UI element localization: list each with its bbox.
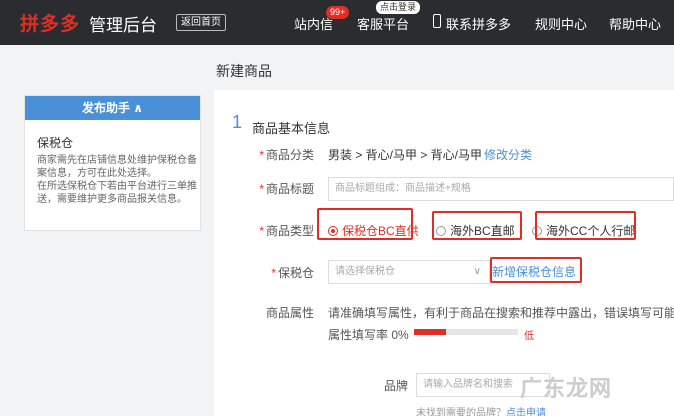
publish-assistant-panel: 发布助手 ∧ 保税仓 商家需先在店铺信息处维护保税仓备案信息，方可在此处选择。 … (24, 95, 201, 231)
assistant-description: 商家需先在店铺信息处维护保税仓备案信息，方可在此处选择。 在所选保税仓下若由平台… (37, 155, 197, 205)
progress-segment (486, 329, 518, 335)
attributes-level: 低 (524, 331, 534, 342)
apply-brand-link[interactable]: 点击申请 (506, 408, 546, 416)
warehouse-label: * 保税仓 (271, 266, 314, 280)
section-number: 1 (232, 112, 243, 132)
chevron-down-icon: ∨ (473, 266, 481, 277)
attributes-label: 商品属性 (265, 306, 314, 320)
progress-segment-low (414, 329, 446, 335)
category-label: * 商品分类 (259, 148, 314, 162)
highlight-box (535, 211, 636, 240)
warehouse-select[interactable]: 请选择保税仓 ∨ (328, 260, 490, 284)
product-title-input[interactable]: 商品标题组成：商品描述+规格 (328, 177, 674, 201)
assistant-title: 保税仓 (37, 136, 74, 150)
nav-help[interactable]: 帮助中心 (609, 14, 661, 33)
highlight-box (490, 257, 582, 283)
messages-badge: 99+ (326, 6, 350, 19)
phone-icon (433, 14, 441, 28)
nav-service[interactable]: 客服平台 (357, 14, 409, 33)
type-label: * 商品类型 (259, 224, 314, 238)
category-value: 男装 > 背心/马甲 > 背心/马甲 (328, 148, 483, 162)
progress-segment (450, 329, 482, 335)
top-bar: 拼多多 管理后台 返回首页 站内信 99+ 客服平台 点击登录 联系拼多多 规则… (0, 0, 674, 45)
brand-label: 品牌 (383, 379, 408, 393)
back-home-button[interactable]: 返回首页 (176, 14, 226, 31)
nav-rules[interactable]: 规则中心 (535, 14, 587, 33)
edit-category-link[interactable]: 修改分类 (484, 146, 532, 163)
attributes-rate-label: 属性填写率 0% (328, 328, 409, 342)
title-label: * 商品标题 (259, 182, 314, 196)
highlight-box (317, 208, 413, 240)
product-form: 1 商品基本信息 * 商品分类 男装 > 背心/马甲 > 背心/马甲 修改分类 *… (214, 90, 674, 416)
service-login-tip[interactable]: 点击登录 (376, 1, 421, 14)
highlight-box (432, 211, 522, 240)
assistant-toggle[interactable]: 发布助手 ∧ (25, 96, 200, 120)
brand-logo[interactable]: 拼多多 (20, 9, 80, 36)
page-title: 新建商品 (216, 63, 272, 79)
attributes-progress-bar (414, 329, 518, 335)
section-title: 商品基本信息 (252, 121, 331, 136)
brand-not-found-note: 未找到需要的品牌？点击申请 (416, 404, 546, 416)
attributes-hint: 请准确填写属性，有利于商品在搜索和推荐中露出，错误填写可能面临 (328, 306, 674, 320)
watermark-text: 广东龙网 (520, 376, 613, 401)
nav-contact[interactable]: 联系拼多多 (446, 14, 511, 33)
brand-subtitle: 管理后台 (89, 16, 157, 35)
